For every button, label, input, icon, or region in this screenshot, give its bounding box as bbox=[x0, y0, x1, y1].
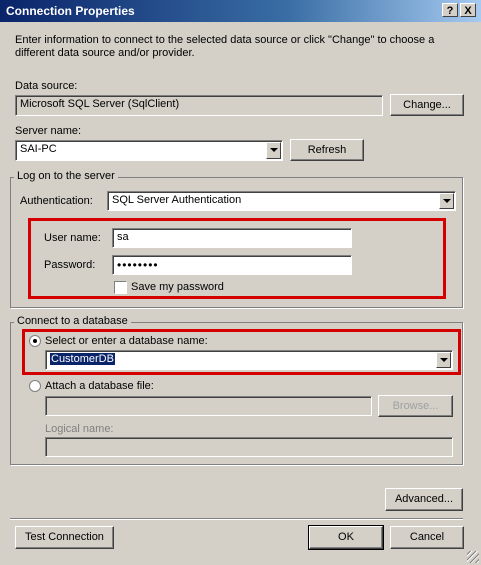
authentication-combobox[interactable]: SQL Server Authentication bbox=[107, 191, 456, 211]
refresh-button[interactable]: Refresh bbox=[290, 139, 364, 161]
close-button[interactable]: X bbox=[460, 3, 476, 17]
database-dropdown-button[interactable] bbox=[436, 352, 451, 368]
password-label: Password: bbox=[44, 259, 96, 271]
user-name-label: User name: bbox=[44, 232, 101, 244]
data-source-field: Microsoft SQL Server (SqlClient) bbox=[15, 95, 383, 116]
separator bbox=[10, 518, 463, 520]
attach-database-label: Attach a database file: bbox=[45, 380, 154, 392]
authentication-label: Authentication: bbox=[20, 195, 93, 207]
chevron-down-icon bbox=[270, 148, 278, 152]
browse-button: Browse... bbox=[378, 395, 453, 417]
logical-name-label: Logical name: bbox=[45, 423, 114, 435]
chevron-down-icon bbox=[443, 199, 451, 203]
ok-button[interactable]: OK bbox=[308, 525, 384, 550]
server-name-combobox[interactable]: SAI-PC bbox=[15, 140, 283, 161]
help-button[interactable]: ? bbox=[442, 3, 458, 17]
user-name-input[interactable]: sa bbox=[112, 228, 352, 248]
authentication-dropdown-button[interactable] bbox=[439, 193, 454, 209]
advanced-button[interactable]: Advanced... bbox=[385, 488, 463, 511]
cancel-button[interactable]: Cancel bbox=[390, 526, 464, 549]
server-name-value: SAI-PC bbox=[20, 143, 57, 155]
intro-text: Enter information to connect to the sele… bbox=[15, 34, 435, 59]
authentication-value: SQL Server Authentication bbox=[112, 194, 242, 206]
server-name-label: Server name: bbox=[15, 125, 82, 137]
server-dropdown-button[interactable] bbox=[266, 142, 281, 159]
database-name-value: CustomerDB bbox=[50, 353, 115, 365]
title-bar: Connection Properties ? X bbox=[0, 0, 481, 22]
save-password-label: Save my password bbox=[131, 281, 224, 293]
test-connection-button[interactable]: Test Connection bbox=[15, 526, 114, 549]
window-title: Connection Properties bbox=[6, 4, 135, 18]
logon-group-label: Log on to the server bbox=[14, 170, 118, 182]
select-database-label: Select or enter a database name: bbox=[45, 335, 208, 347]
logical-name-input bbox=[45, 437, 453, 457]
database-group-label: Connect to a database bbox=[14, 315, 131, 327]
change-button[interactable]: Change... bbox=[390, 94, 464, 116]
attach-database-radio[interactable] bbox=[29, 380, 41, 392]
chevron-down-icon bbox=[440, 358, 448, 362]
password-input[interactable]: •••••••• bbox=[112, 255, 352, 275]
save-password-checkbox[interactable] bbox=[114, 281, 127, 294]
select-database-radio[interactable] bbox=[29, 335, 41, 347]
database-name-combobox[interactable]: CustomerDB bbox=[45, 350, 453, 370]
resize-grip-icon[interactable] bbox=[467, 551, 479, 563]
data-source-label: Data source: bbox=[15, 80, 78, 92]
attach-file-input bbox=[45, 396, 372, 416]
radio-selected-dot bbox=[33, 339, 37, 343]
